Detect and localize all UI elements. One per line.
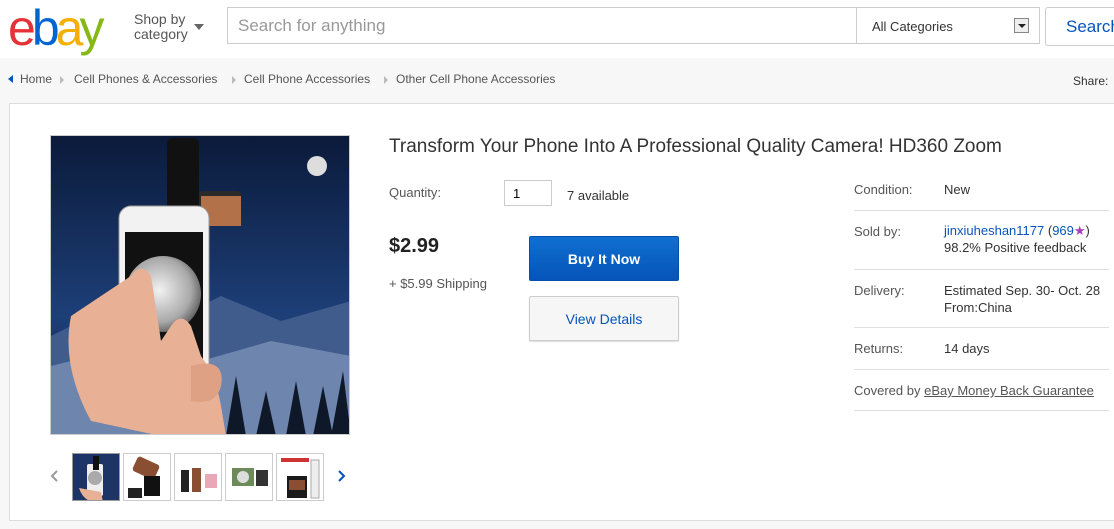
thumbnail-2[interactable]	[123, 453, 171, 501]
divider	[854, 410, 1109, 411]
breadcrumb-other-accessories[interactable]: Other Cell Phone Accessories	[396, 72, 555, 86]
breadcrumb-cell-phones[interactable]: Cell Phones & Accessories	[74, 72, 217, 86]
thumbnail-image-icon	[175, 454, 221, 500]
back-arrow-icon[interactable]	[8, 75, 13, 83]
price: $2.99	[389, 235, 440, 257]
product-main-image[interactable]	[50, 135, 350, 435]
divider	[854, 369, 1109, 370]
condition-label: Condition:	[854, 182, 913, 197]
logo-letter-b: b	[31, 0, 60, 56]
returns-label: Returns:	[854, 341, 904, 356]
feedback-paren-close: )	[1085, 223, 1090, 238]
category-select-label: All Categories	[872, 19, 953, 34]
feedback-score-link[interactable]: 969	[1052, 223, 1074, 238]
logo-letter-a: a	[55, 0, 84, 56]
product-photo-icon	[51, 136, 349, 434]
shop-by-line1: Shop by	[134, 11, 186, 27]
ebay-logo[interactable]: ebay	[8, 0, 104, 58]
positive-feedback: 98.2% Positive feedback	[944, 240, 1087, 255]
shipping-cost: + $5.99 Shipping	[389, 276, 487, 291]
divider	[854, 327, 1109, 328]
listing-title: Transform Your Phone Into A Professional…	[389, 136, 1002, 157]
divider	[854, 269, 1109, 270]
returns-value: 14 days	[944, 341, 990, 356]
star-icon: ★	[1073, 223, 1086, 238]
available-count: 7 available	[567, 188, 630, 203]
thumbnail-3[interactable]	[174, 453, 222, 501]
thumbnail-image-icon	[124, 454, 170, 500]
divider	[854, 210, 1109, 211]
quantity-label: Quantity:	[389, 185, 442, 200]
thumbnail-4[interactable]	[225, 453, 273, 501]
thumbnails-prev-icon[interactable]	[49, 469, 59, 482]
buy-it-now-button[interactable]: Buy It Now	[529, 236, 679, 281]
breadcrumb-cell-phone-accessories[interactable]: Cell Phone Accessories	[244, 72, 370, 86]
thumbnail-1[interactable]	[72, 453, 120, 501]
money-back-guarantee-link[interactable]: eBay Money Back Guarantee	[924, 383, 1094, 398]
delivery-estimate: Estimated Sep. 30- Oct. 28	[944, 283, 1101, 298]
share-label[interactable]: Share:	[1073, 74, 1108, 88]
seller-link[interactable]: jinxiuheshan1177	[944, 223, 1044, 238]
thumbnail-image-icon	[73, 454, 119, 500]
delivery-origin: From:China	[944, 300, 1012, 315]
thumbnails-next-icon[interactable]	[337, 469, 347, 482]
condition-value: New	[944, 182, 971, 197]
header: ebay Shop by category All Categories Sea…	[0, 0, 1114, 58]
breadcrumb-home[interactable]: Home	[20, 72, 52, 86]
thumbnail-5[interactable]	[276, 453, 324, 501]
shop-by-category-button[interactable]: Shop by category	[134, 12, 188, 42]
breadcrumb-separator-icon	[60, 76, 64, 84]
seller-info: jinxiuheshan1177 (969★) 98.2% Positive f…	[944, 222, 1090, 256]
logo-letter-y: y	[79, 0, 104, 56]
search-input[interactable]	[227, 7, 856, 44]
category-select[interactable]: All Categories	[856, 7, 1040, 44]
search-button[interactable]: Search	[1045, 7, 1114, 46]
dropdown-arrow-icon[interactable]	[1014, 18, 1029, 33]
view-details-button[interactable]: View Details	[529, 296, 679, 341]
money-back-guarantee: Covered by eBay Money Back Guarantee	[854, 383, 1094, 398]
delivery-value: Estimated Sep. 30- Oct. 28 From:China	[944, 282, 1100, 316]
breadcrumb-separator-icon	[384, 76, 388, 84]
thumbnail-image-icon	[277, 454, 323, 500]
shop-by-line2: category	[134, 26, 188, 42]
feedback-paren-open: (	[1044, 223, 1053, 238]
logo-letter-e: e	[8, 0, 36, 56]
thumbnail-image-icon	[226, 454, 272, 500]
quantity-input[interactable]	[504, 180, 552, 206]
chevron-down-icon[interactable]	[194, 24, 204, 30]
covered-prefix: Covered by	[854, 383, 925, 398]
breadcrumb-separator-icon	[232, 76, 236, 84]
sold-by-label: Sold by:	[854, 224, 901, 239]
delivery-label: Delivery:	[854, 283, 905, 298]
